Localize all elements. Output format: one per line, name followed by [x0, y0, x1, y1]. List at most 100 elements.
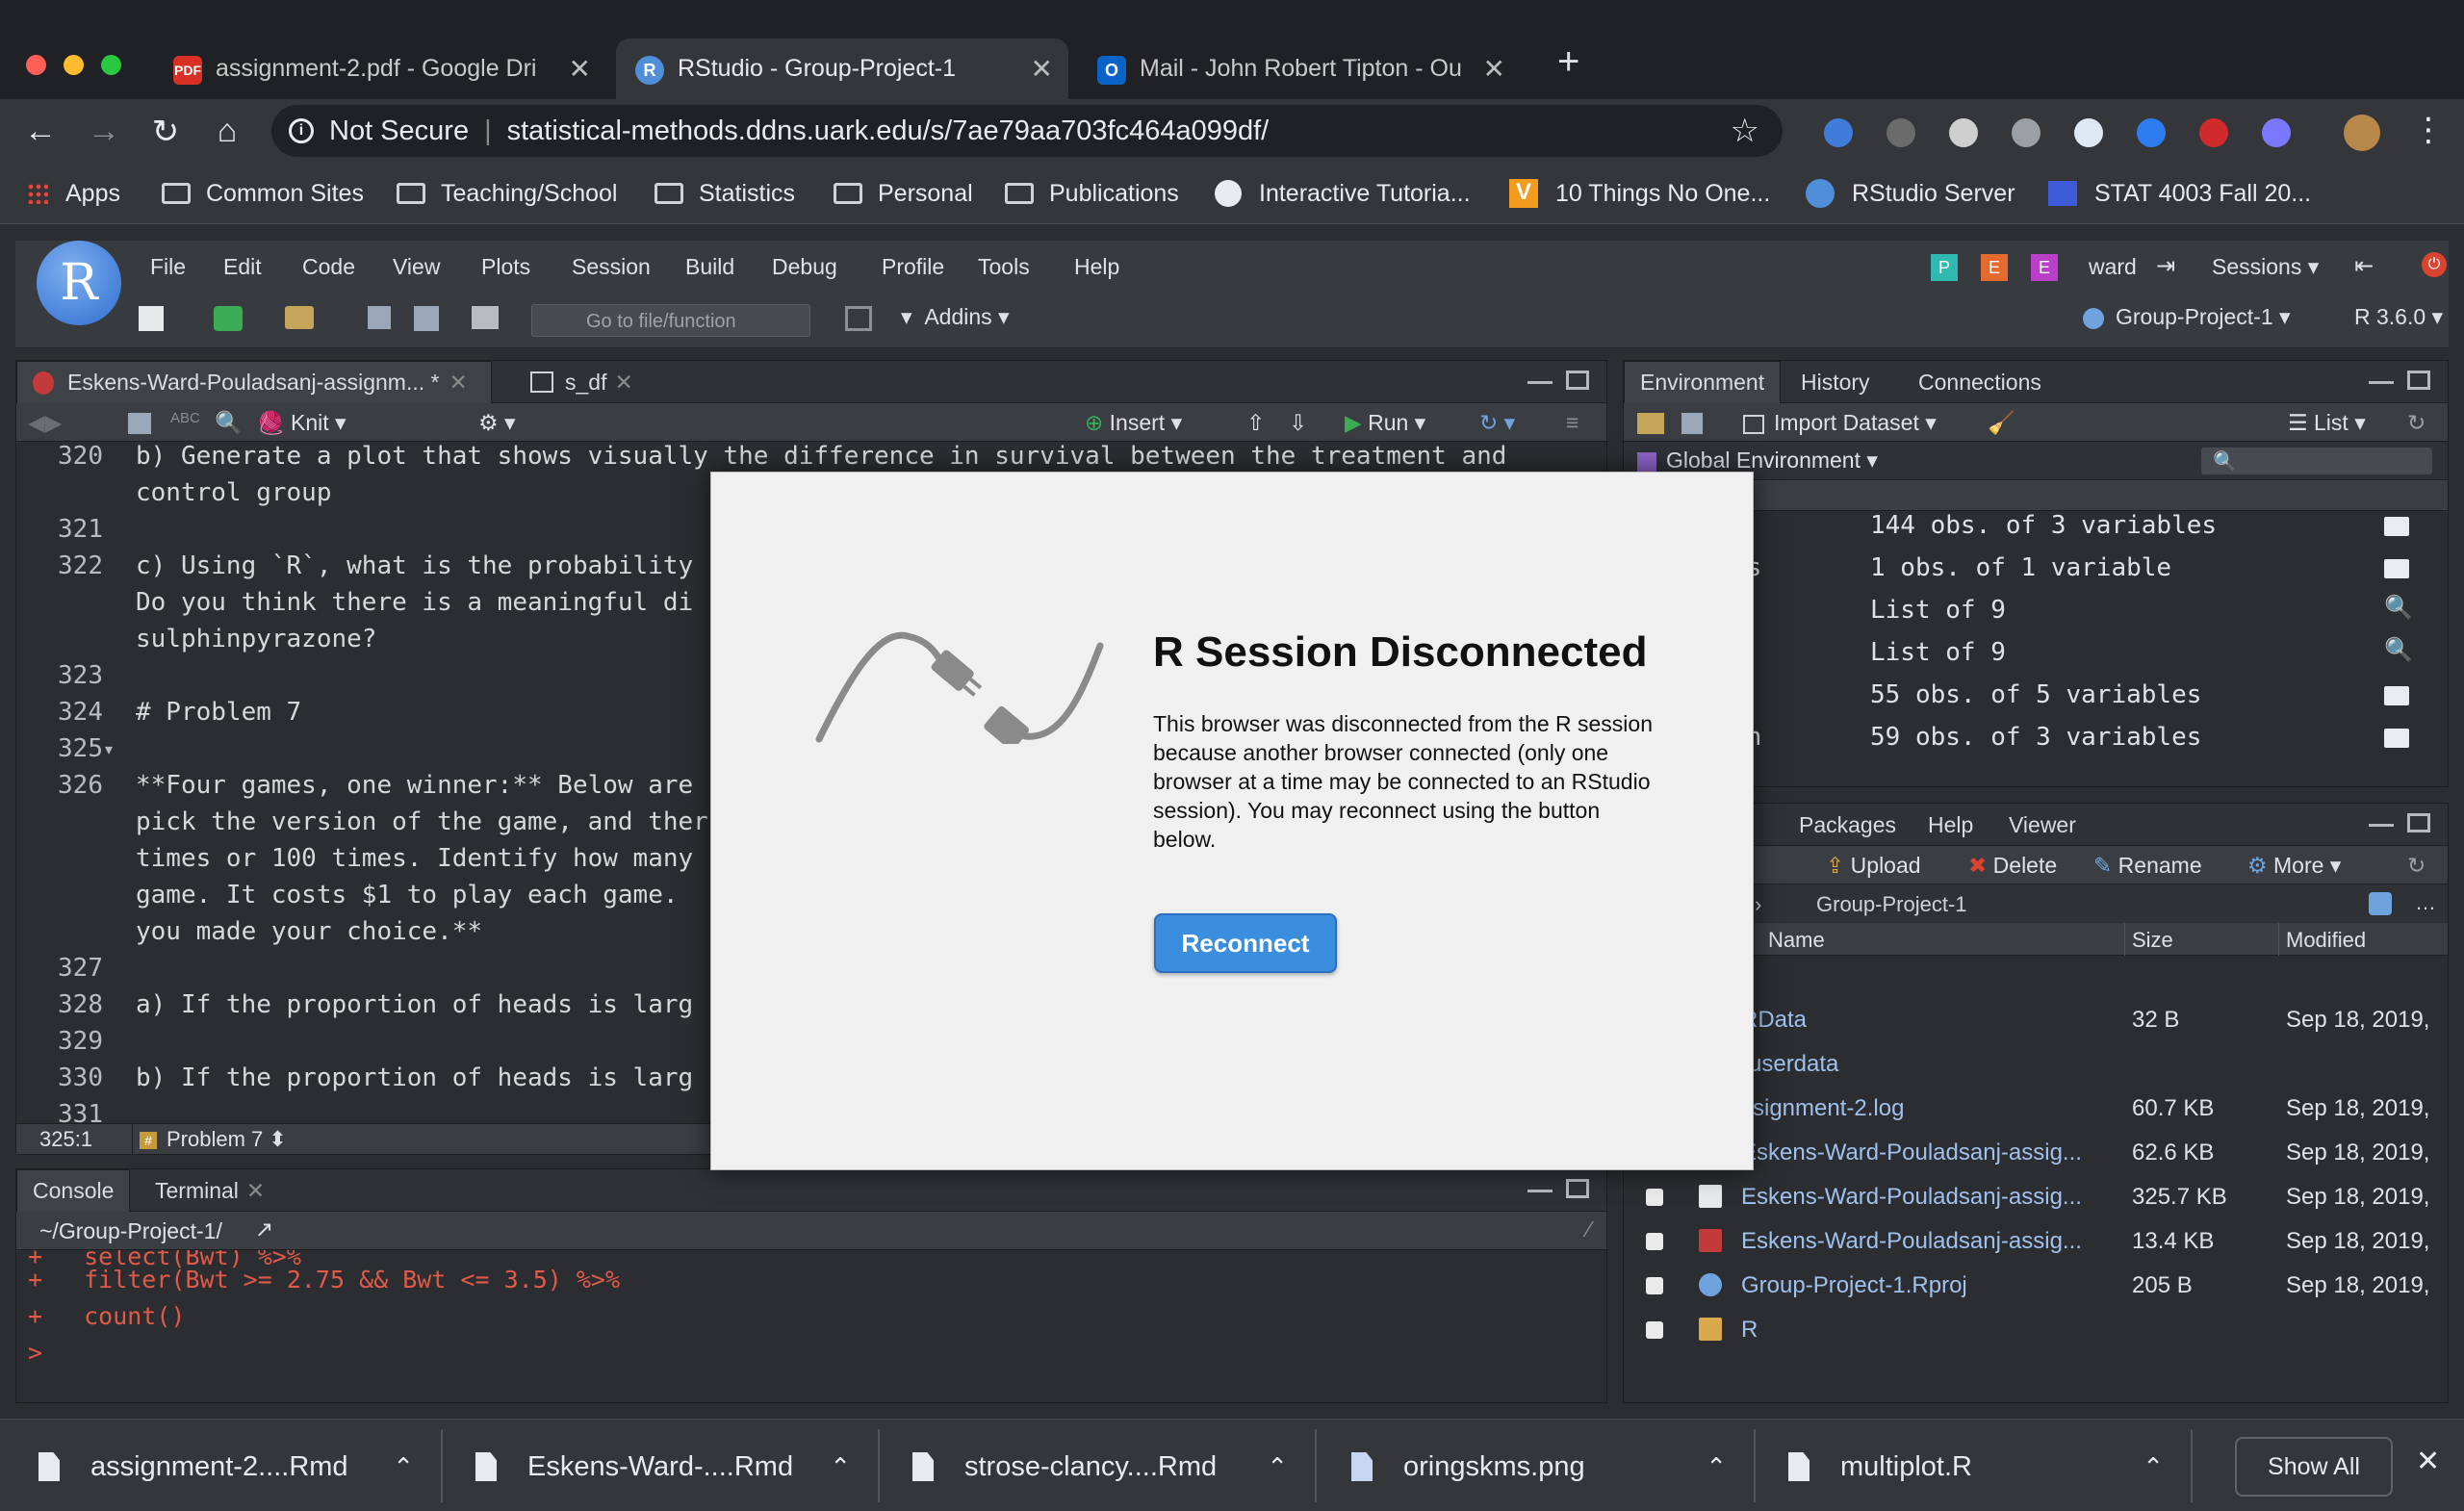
close-tab-icon[interactable]: ✕: [569, 53, 591, 85]
menu-profile[interactable]: Profile: [882, 254, 944, 280]
code-line[interactable]: pick the version of the game, and ther: [136, 807, 708, 836]
fold-arrow-icon[interactable]: ▾: [105, 740, 113, 759]
file-name[interactable]: ssignment-2.log: [1741, 1095, 1904, 1122]
back-forward-icon[interactable]: ◀▶: [28, 410, 62, 436]
close-tab-icon[interactable]: ✕: [1483, 53, 1505, 85]
code-line[interactable]: b) If the proportion of heads is larg: [136, 1063, 693, 1092]
forward-icon[interactable]: →: [85, 113, 123, 150]
extension-icon[interactable]: [2199, 118, 2228, 147]
code-line[interactable]: # Problem 7: [136, 698, 301, 727]
file-name[interactable]: R: [1741, 1317, 1758, 1344]
clear-console-icon[interactable]: ⁄: [1587, 1216, 1591, 1242]
chevron-up-icon[interactable]: ⌃: [2143, 1452, 2164, 1482]
bookmark-stat-4003[interactable]: STAT 4003 Fall 20...: [2048, 174, 2311, 213]
code-line[interactable]: game. It costs $1 to play each game.: [136, 881, 679, 909]
new-file-icon[interactable]: [139, 306, 164, 331]
zoom-window-button[interactable]: [101, 55, 121, 75]
r-version-menu[interactable]: R 3.6.0 ▾: [2354, 304, 2443, 330]
bookmark-personal[interactable]: Personal: [834, 174, 973, 213]
minimize-pane-icon[interactable]: [2369, 376, 2394, 384]
refresh-icon[interactable]: ↻: [2407, 853, 2426, 879]
more-options-icon[interactable]: …: [2415, 890, 2436, 915]
reload-icon[interactable]: ↻: [146, 113, 185, 151]
run-button[interactable]: ▶ Run ▾: [1345, 410, 1425, 436]
menu-session[interactable]: Session: [572, 254, 651, 280]
file-row[interactable]: Group-Project-1.Rproj 205 B Sep 18, 2019,: [1624, 1264, 2448, 1308]
find-icon[interactable]: 🔍: [215, 410, 243, 436]
file-name[interactable]: Group-Project-1.Rproj: [1741, 1272, 1967, 1299]
file-name[interactable]: Eskens-Ward-Pouladsanj-assig...: [1741, 1228, 2082, 1255]
drive-icon[interactable]: [2012, 118, 2040, 147]
menu-debug[interactable]: Debug: [772, 254, 837, 280]
minimize-pane-icon[interactable]: [1527, 1185, 1553, 1192]
code-line[interactable]: sulphinpyrazone?: [136, 625, 376, 653]
switch-session-icon[interactable]: ⇤: [2354, 252, 2374, 280]
extension-icon[interactable]: [1949, 118, 1978, 147]
view-table-icon[interactable]: [2384, 686, 2409, 705]
bookmark-rstudio-server[interactable]: RStudio Server: [1806, 174, 2015, 213]
tex-extension-icon[interactable]: [1886, 118, 1915, 147]
insert-chunk-button[interactable]: ⊕ Insert ▾: [1085, 410, 1182, 436]
info-icon[interactable]: i: [289, 118, 314, 143]
delete-button[interactable]: ✖ Delete: [1968, 853, 2057, 879]
maximize-pane-icon[interactable]: [2407, 371, 2430, 390]
show-all-button[interactable]: Show All: [2235, 1437, 2393, 1497]
maximize-pane-icon[interactable]: [1566, 371, 1589, 390]
extension-icon[interactable]: [2262, 118, 2291, 147]
new-tab-button[interactable]: +: [1557, 40, 1579, 84]
settings-gear-icon[interactable]: ⚙ ▾: [478, 410, 516, 436]
minimize-pane-icon[interactable]: [1527, 376, 1553, 384]
file-row[interactable]: Eskens-Ward-Pouladsanj-assig... 13.4 KB Se…: [1624, 1219, 2448, 1264]
code-line[interactable]: control group: [136, 478, 332, 507]
sign-out-icon[interactable]: ⇥: [2156, 252, 2175, 280]
menu-code[interactable]: Code: [302, 254, 355, 280]
download-item[interactable]: assignment-2....Rmd ⌃: [38, 1437, 424, 1497]
menu-build[interactable]: Build: [685, 254, 734, 280]
url-text[interactable]: statistical-methods.ddns.uark.edu/s/7ae7…: [507, 115, 1270, 147]
search-icon[interactable]: 🔍: [2384, 594, 2413, 621]
chevron-up-icon[interactable]: ⌃: [830, 1452, 851, 1482]
url-bar[interactable]: i Not Secure | statistical-methods.ddns.…: [271, 105, 1783, 157]
save-all-icon[interactable]: [414, 306, 439, 331]
file-row[interactable]: Eskens-Ward-Pouladsanj-assig... 325.7 KB S…: [1624, 1175, 2448, 1219]
menu-view[interactable]: View: [393, 254, 440, 280]
console-output[interactable]: + select(Bwt) %>% + filter(Bwt >= 2.75 &&…: [16, 1250, 1606, 1402]
code-line[interactable]: Do you think there is a meaningful di: [136, 588, 693, 617]
download-item[interactable]: oringskms.png ⌃: [1351, 1437, 1736, 1497]
profile-avatar[interactable]: [2344, 115, 2380, 151]
code-line[interactable]: a) If the proportion of heads is larg: [136, 990, 693, 1019]
list-view-toggle[interactable]: ☰ List ▾: [2288, 410, 2366, 436]
col-modified[interactable]: Modified: [2286, 928, 2366, 953]
bookmark-common-sites[interactable]: Common Sites: [162, 174, 364, 213]
home-icon[interactable]: ⌂: [208, 113, 246, 150]
next-chunk-icon[interactable]: ⇩: [1289, 410, 1307, 436]
prev-chunk-icon[interactable]: ⇧: [1246, 410, 1265, 436]
file-checkbox[interactable]: [1646, 1321, 1663, 1339]
maximize-pane-icon[interactable]: [1566, 1179, 1589, 1198]
more-menu[interactable]: ⚙ More ▾: [2247, 853, 2341, 879]
tab-console[interactable]: Console: [16, 1169, 131, 1212]
tab-packages[interactable]: Packages: [1784, 804, 1912, 846]
chevron-up-icon[interactable]: ⌃: [1706, 1452, 1727, 1482]
save-workspace-icon[interactable]: [1681, 413, 1703, 434]
bookmark-statistics[interactable]: Statistics: [654, 174, 795, 213]
spellcheck-icon[interactable]: ABC: [170, 410, 200, 426]
tab-rmd-file[interactable]: Eskens-Ward-Pouladsanj-assignm... * ✕: [16, 361, 492, 403]
download-item[interactable]: multiplot.R ⌃: [1788, 1437, 2173, 1497]
file-checkbox[interactable]: [1646, 1233, 1663, 1250]
outline-icon[interactable]: ≡: [1566, 410, 1578, 436]
load-workspace-icon[interactable]: [1637, 413, 1664, 434]
tab-environment[interactable]: Environment: [1624, 361, 1782, 403]
section-navigator[interactable]: # Problem 7 ⬍: [140, 1127, 287, 1152]
chevron-up-icon[interactable]: ⌃: [1267, 1452, 1288, 1482]
bookmark-interactive-tutorial[interactable]: Interactive Tutoria...: [1215, 174, 1471, 213]
working-directory[interactable]: ~/Group-Project-1/: [39, 1218, 222, 1244]
menu-edit[interactable]: Edit: [223, 254, 262, 280]
power-icon[interactable]: ⏻: [2422, 252, 2447, 277]
environment-search-input[interactable]: 🔍: [2201, 448, 2432, 474]
chrome-menu-icon[interactable]: ⋮: [2412, 111, 2445, 149]
back-icon[interactable]: ←: [21, 113, 60, 150]
user-badge-e2[interactable]: E: [2031, 254, 2058, 281]
code-line[interactable]: times or 100 times. Identify how many: [136, 844, 693, 873]
search-icon[interactable]: 🔍: [2384, 636, 2413, 663]
